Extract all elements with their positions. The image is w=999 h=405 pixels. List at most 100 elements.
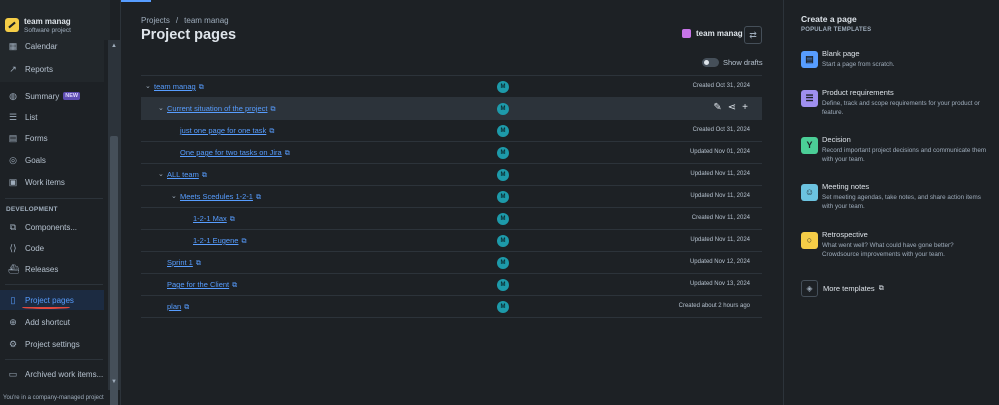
page-row[interactable]: ⌄ Current situation of the project ⧉ M ✎ … [141,97,762,119]
page-link[interactable]: plan ⧉ [167,302,189,312]
toggle-switch[interactable] [702,58,719,67]
globe-icon: ◍ [9,91,17,101]
page-link[interactable]: ALL team ⧉ [167,170,207,180]
sidebar-item-work-items[interactable]: ▣ Work items [0,172,104,192]
page-link[interactable]: 1-2-1 Max ⧉ [193,214,235,224]
page-status: Created Nov 11, 2024 [691,215,750,221]
forms-icon: ▤ [8,133,18,143]
page-row[interactable]: 1-2-1 Max ⧉ M Created Nov 11, 2024 [141,207,762,229]
chevron-down-icon[interactable]: ⌄ [158,104,164,112]
row-actions: ✎ ⋖ + [713,102,748,113]
page-link[interactable]: 1-2-1 Eugene ⧉ [193,236,246,246]
sidebar-item-label: Summary [25,91,60,101]
sidebar-item-code[interactable]: ⟨⟩ Code [0,238,104,258]
sidebar-item-project-settings[interactable]: ⚙ Project settings [0,334,104,354]
divider [5,198,103,199]
external-link-icon: ⧉ [184,304,190,311]
sidebar-scrollbar[interactable]: ▲ ▼ [108,40,120,405]
space-selector[interactable]: team manag [682,29,743,38]
page-link[interactable]: Meets Scedules 1-2-1 ⧉ [180,192,261,202]
external-link-icon: ⧉ [270,106,276,113]
page-status: Updated Nov 13, 2024 [689,281,750,287]
create-page-panel: Create a page POPULAR TEMPLATES ▤ Blank … [783,0,999,405]
page-row[interactable]: One page for two tasks on Jira ⧉ M Update… [141,141,762,163]
template-name: Decision [822,135,851,144]
page-status: Updated Nov 11, 2024 [690,237,750,243]
project-footer-note: You're in a company-managed project [3,395,104,401]
show-drafts-toggle[interactable]: Show drafts [702,58,763,67]
project-header[interactable]: team manag Software project [0,0,110,40]
page-row[interactable]: ⌄ team manag ⧉ M Created Oct 31, 2024 [141,75,762,97]
external-link-icon: ⧉ [284,150,290,157]
external-link-icon: ⧉ [229,216,235,223]
avatar: M [497,125,509,137]
external-link-icon: ⧉ [255,194,261,201]
sidebar-item-list[interactable]: ☰ List [0,107,104,127]
share-icon[interactable]: ⋖ [728,102,736,113]
chat-icon: ○ [801,232,818,249]
archive-icon: ▭ [8,369,18,379]
avatar: M [497,191,509,203]
panel-title: Create a page [801,14,857,24]
chevron-down-icon[interactable]: ⌄ [158,170,164,178]
sidebar-item-calendar[interactable]: ▦ Calendar [0,36,104,56]
page-row[interactable]: just one page for one task ⧉ M Created Oc… [141,119,762,141]
page-row[interactable]: ⌄ ALL team ⧉ M Updated Nov 11, 2024 [141,163,762,185]
divider [5,359,103,360]
sidebar-item-goals[interactable]: ◎ Goals [0,150,104,170]
external-link-icon: ⧉ [198,84,204,91]
target-icon: ◎ [9,155,17,165]
sidebar-item-releases[interactable]: ⛴ Releases [0,259,104,279]
chevron-down-icon[interactable]: ⌄ [171,192,177,200]
page-title-text: Page for the Client [167,280,230,289]
external-link-icon: ⧉ [269,128,275,135]
template-desc: What went well? What could have gone bet… [822,242,954,258]
page-link[interactable]: team manag ⧉ [154,82,204,92]
sidebar-item-label: Goals [25,155,46,165]
page-link[interactable]: Sprint 1 ⧉ [167,258,201,268]
page-link[interactable]: Page for the Client ⧉ [167,280,237,290]
chevron-down-icon[interactable]: ⌄ [145,82,151,90]
sidebar-item-add-shortcut[interactable]: ⊕ Add shortcut [0,312,104,332]
external-link-icon: ⧉ [878,284,884,292]
show-drafts-label: Show drafts [723,58,763,67]
sync-button[interactable]: ⇄ [744,26,762,44]
more-templates-link[interactable]: ◈ More templates ⧉ [801,280,884,297]
template-desc: Define, track and scope requirements for… [822,100,980,116]
page-link[interactable]: One page for two tasks on Jira ⧉ [180,148,290,158]
page-row[interactable]: ⌄ Meets Scedules 1-2-1 ⧉ M Updated Nov 11… [141,185,762,207]
add-icon[interactable]: + [742,102,748,113]
project-name: team manag [24,17,71,26]
page-title-text: team manag [154,82,196,91]
page-row[interactable]: plan ⧉ M Created about 2 hours ago [141,295,762,317]
pages-tree: ⌄ team manag ⧉ M Created Oct 31, 2024 ⌄ C… [141,75,762,318]
scroll-down-icon[interactable]: ▼ [110,378,118,386]
external-link-icon: ⧉ [241,238,247,245]
space-icon [682,29,691,38]
page-row[interactable]: Sprint 1 ⧉ M Updated Nov 12, 2024 [141,251,762,273]
pages-icon: ▯ [10,295,16,305]
space-name: team manag [696,29,743,38]
page-link[interactable]: just one page for one task ⧉ [180,126,274,136]
link-icon: ⊕ [9,317,17,327]
sidebar-item-forms[interactable]: ▤ Forms [0,128,104,148]
page-row[interactable]: Page for the Client ⧉ M Updated Nov 13, 2… [141,273,762,295]
edit-icon[interactable]: ✎ [713,102,721,113]
sidebar-item-label: Releases [25,264,59,274]
sidebar-item-components[interactable]: ⧉ Components... [0,217,104,237]
sidebar-item-reports[interactable]: ↗ Reports [0,59,104,79]
sidebar-item-label: Project settings [25,339,80,349]
page-status: Created about 2 hours ago [678,303,750,309]
ship-icon: ⛴ [8,264,20,274]
sidebar-item-archived[interactable]: ▭ Archived work items... [0,364,104,384]
page-title-text: One page for two tasks on Jira [180,148,282,157]
scrollbar-thumb[interactable] [110,136,118,405]
page-link[interactable]: Current situation of the project ⧉ [167,104,275,114]
sidebar-item-summary[interactable]: ◍ Summary NEW [0,86,104,106]
scroll-up-icon[interactable]: ▲ [110,42,118,50]
breadcrumb-project[interactable]: team manag [184,16,228,25]
main-content: Projects / team manag Project pages team m… [121,0,783,405]
page-row[interactable]: 1-2-1 Eugene ⧉ M Updated Nov 11, 2024 [141,229,762,251]
breadcrumb-projects[interactable]: Projects [141,16,170,25]
page-status: Created Oct 31, 2024 [692,127,750,133]
